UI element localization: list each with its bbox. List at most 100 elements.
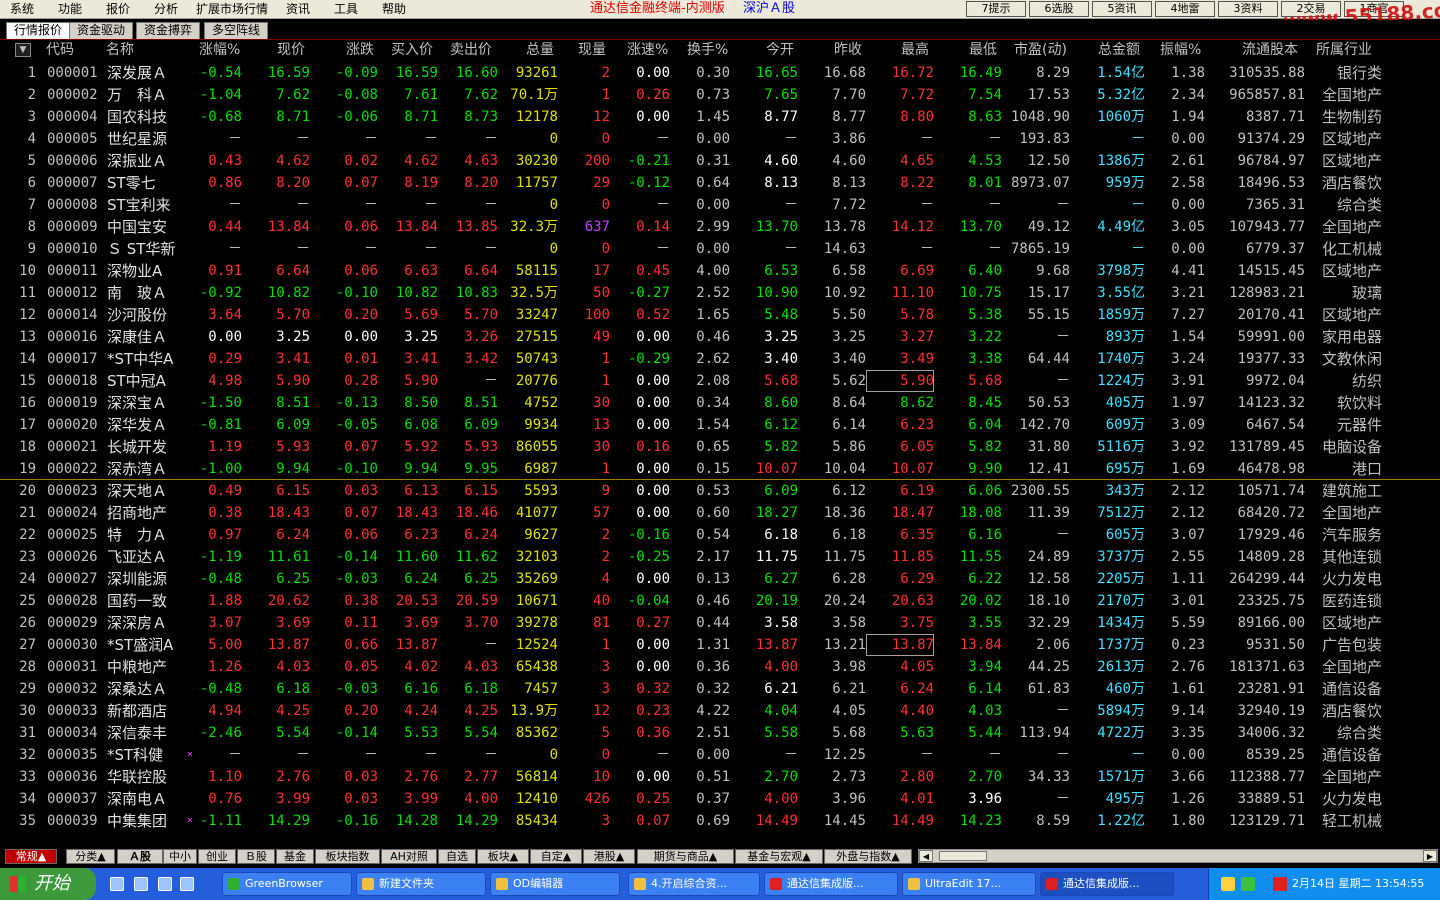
browser-icon[interactable] xyxy=(180,877,194,891)
bottom-tab[interactable]: 基金 xyxy=(276,849,314,864)
top-button[interactable]: 6选股 xyxy=(1029,1,1089,17)
ie-icon[interactable] xyxy=(158,877,172,891)
menu-item[interactable]: 帮助 xyxy=(382,2,406,16)
taskbar-task[interactable]: 通达信集成版... xyxy=(1040,872,1174,896)
column-header-cell[interactable]: 市盈(动) xyxy=(1014,40,1067,60)
taskbar-task[interactable]: GreenBrowser xyxy=(222,872,352,896)
bottom-tab[interactable]: 自选 xyxy=(438,849,476,864)
menu-item[interactable]: 扩展市场行情 xyxy=(196,2,268,16)
table-row[interactable]: 21 000024 招商地产 0.38 18.43 0.07 18.43 18.46 41077… xyxy=(0,502,1440,524)
table-row[interactable]: 5 000006 深振业Ａ 0.43 4.62 0.02 4.62 4.63 30230 200 -… xyxy=(0,150,1440,172)
table-row[interactable]: 10 000011 深物业A 0.91 6.64 0.06 6.63 6.64 58115 17 0… xyxy=(0,260,1440,282)
table-row[interactable]: 30 000033 新都酒店 4.94 4.25 0.20 4.24 4.25 13.9万 12 0… xyxy=(0,700,1440,722)
column-header-cell[interactable]: 涨跌 xyxy=(346,40,374,60)
column-header-cell[interactable]: 流通股本 xyxy=(1242,40,1298,60)
table-row[interactable]: 31 000034 深信泰丰 -2.46 5.54 -0.14 5.53 5.54 85362 5… xyxy=(0,722,1440,744)
top-button[interactable]: 3资料 xyxy=(1218,1,1278,17)
bottom-tab[interactable]: 分类▲ xyxy=(66,849,115,864)
table-row[interactable]: 16 000019 深深宝Ａ -1.50 8.51 -0.13 8.50 8.51 4752 30… xyxy=(0,392,1440,414)
top-tab[interactable]: 行情报价 xyxy=(6,22,70,39)
bottom-tab[interactable]: AH对照 xyxy=(381,849,437,864)
table-row[interactable]: 22 000025 特 力Ａ 0.97 6.24 0.06 6.23 6.24 9627 2 -0.… xyxy=(0,524,1440,546)
bottom-tab[interactable]: 自定▲ xyxy=(530,849,582,864)
table-row[interactable]: 25 000028 国药一致 1.88 20.62 0.38 20.53 20.59 10671… xyxy=(0,590,1440,612)
taskbar-task[interactable]: UltraEdit 17... xyxy=(902,872,1036,896)
column-header-cell[interactable]: 现价 xyxy=(277,40,305,60)
taskbar-task[interactable]: 4.开启综合资... xyxy=(628,872,760,896)
table-row[interactable]: 29 000032 深桑达Ａ -0.48 6.18 -0.03 6.16 6.18 7457 3 0… xyxy=(0,678,1440,700)
taskbar-task[interactable]: OD编辑器 xyxy=(490,872,620,896)
column-header-cell[interactable]: 买入价 xyxy=(391,40,433,60)
menu-item[interactable]: 系统 xyxy=(10,2,34,16)
table-row[interactable]: 2 000002 万 科Ａ -1.04 7.62 -0.08 7.61 7.62 70.1万 1 0… xyxy=(0,84,1440,106)
column-header-cell[interactable]: 所属行业 xyxy=(1316,40,1372,60)
bottom-tab[interactable]: 常规▲ xyxy=(5,849,57,864)
table-row[interactable]: 19 000022 深赤湾Ａ -1.00 9.94 -0.10 9.94 9.95 6987 1 0… xyxy=(0,458,1440,480)
taskbar-task[interactable]: 通达信集成版... xyxy=(764,872,898,896)
table-row[interactable]: 20 000023 深天地Ａ 0.49 6.15 0.03 6.13 6.15 5593 9 0.0… xyxy=(0,480,1440,502)
table-row[interactable]: 1 000001 深发展Ａ -0.54 16.59 -0.09 16.59 16.60 9326… xyxy=(0,62,1440,84)
table-row[interactable]: 17 000020 深华发Ａ -0.81 6.09 -0.05 6.08 6.09 9934 13… xyxy=(0,414,1440,436)
table-row[interactable]: 4 000005 世纪星源 － － － － － 0 0 － 0.00 － 3.86 － － 193.83 － 0.0… xyxy=(0,128,1440,150)
scroll-right-icon[interactable]: ▶ xyxy=(1423,850,1437,862)
table-row[interactable]: 27 000030 *ST盛润A 5.00 13.87 0.66 13.87 － 12524 1 0… xyxy=(0,634,1440,656)
column-header-cell[interactable]: 现量 xyxy=(578,40,606,60)
column-header-cell[interactable]: 涨速% xyxy=(627,40,668,60)
market-label[interactable]: 深沪Ａ股 xyxy=(743,1,795,17)
table-row[interactable]: 34 000037 深南电Ａ 0.76 3.99 0.03 3.99 4.00 12410 426… xyxy=(0,788,1440,810)
table-row[interactable]: 3 000004 国农科技 -0.68 8.71 -0.06 8.71 8.73 12178 12… xyxy=(0,106,1440,128)
table-row[interactable]: 7 000008 ST宝利来 － － － － － 0 0 － 0.00 － 7.72 － － － － 0.00 736… xyxy=(0,194,1440,216)
table-row[interactable]: 28 000031 中粮地产 1.26 4.03 0.05 4.02 4.03 65438 3 0.… xyxy=(0,656,1440,678)
table-row[interactable]: 18 000021 长城开发 1.19 5.93 0.07 5.92 5.93 86055 30 0… xyxy=(0,436,1440,458)
menu-item[interactable]: 工具 xyxy=(334,2,358,16)
menu-item[interactable]: 分析 xyxy=(154,2,178,16)
table-row[interactable]: 8 000009 中国宝安 0.44 13.84 0.06 13.84 13.85 32.3万 6… xyxy=(0,216,1440,238)
quicklaunch-icon[interactable] xyxy=(134,877,148,891)
column-header-cell[interactable]: 总金额 xyxy=(1098,40,1140,60)
column-header-cell[interactable]: 最低 xyxy=(969,40,997,60)
taskbar-task[interactable]: 新建文件夹 xyxy=(356,872,486,896)
table-row[interactable]: 6 000007 ST零七 0.86 8.20 0.07 8.19 8.20 11757 29 -0… xyxy=(0,172,1440,194)
bottom-tab[interactable]: 港股▲ xyxy=(583,849,635,864)
column-header-cell[interactable]: 昨收 xyxy=(834,40,862,60)
table-row[interactable]: 9 000010 Ｓ ST华新 － － － － － 0 0 － 0.00 － 14.63 － － 7865.19… xyxy=(0,238,1440,260)
bottom-tab[interactable]: 外盘与指数▲ xyxy=(824,849,912,864)
bottom-tab[interactable]: 板块▲ xyxy=(477,849,529,864)
table-row[interactable]: 23 000026 飞亚达Ａ -1.19 11.61 -0.14 11.60 11.62 321… xyxy=(0,546,1440,568)
bottom-tab[interactable]: 基金与宏观▲ xyxy=(735,849,823,864)
bottom-tab[interactable]: 创业 xyxy=(198,849,236,864)
bottom-tab[interactable]: Ａ股 xyxy=(117,849,163,864)
table-row[interactable]: 13 000016 深康佳Ａ 0.00 3.25 0.00 3.25 3.26 27515 49 0… xyxy=(0,326,1440,348)
bottom-tab[interactable]: 中小 xyxy=(163,849,197,864)
tray-k-icon[interactable] xyxy=(1273,877,1287,891)
menu-item[interactable]: 报价 xyxy=(106,2,130,16)
table-row[interactable]: 26 000029 深深房Ａ 3.07 3.69 0.11 3.69 3.70 39278 81 0… xyxy=(0,612,1440,634)
table-row[interactable]: 11 000012 南 玻Ａ -0.92 10.82 -0.10 10.82 10.83 32.… xyxy=(0,282,1440,304)
top-tab[interactable]: 资金搏弈 xyxy=(136,22,200,39)
tray-icon[interactable] xyxy=(1241,877,1255,891)
bottom-tab[interactable]: 板块指数 xyxy=(315,849,380,864)
table-row[interactable]: 33 000036 华联控股 1.10 2.76 0.03 2.76 2.77 56814 10 0… xyxy=(0,766,1440,788)
sort-dropdown-icon[interactable]: ▼ xyxy=(15,43,31,57)
top-button[interactable]: 4地雷 xyxy=(1155,1,1215,17)
top-tab[interactable]: 多空阵线 xyxy=(204,22,268,39)
bottom-tab[interactable]: 期货与商品▲ xyxy=(637,849,734,864)
top-button[interactable]: 5资讯 xyxy=(1092,1,1152,17)
quicklaunch-icon[interactable] xyxy=(110,877,124,891)
menu-item[interactable]: 资讯 xyxy=(286,2,310,16)
table-row[interactable]: 32 000035 *ST科健 × － － － － － 0 0 － 0.00 － 12.25 － － － － 0.00… xyxy=(0,744,1440,766)
menu-item[interactable]: 功能 xyxy=(58,2,82,16)
start-button[interactable]: 开始 xyxy=(0,868,96,900)
column-header-cell[interactable]: 今开 xyxy=(766,40,794,60)
table-row[interactable]: 35 000039 中集集团 × -1.11 14.29 -0.16 14.28 14.29 85… xyxy=(0,810,1440,832)
column-header-cell[interactable]: 代码 xyxy=(46,40,74,60)
table-row[interactable]: 15 000018 ST中冠A 4.98 5.90 0.28 5.90 － 20776 1 0.00… xyxy=(0,370,1440,392)
tray-icon[interactable] xyxy=(1221,877,1235,891)
scroll-thumb[interactable] xyxy=(939,851,987,861)
top-tab[interactable]: 资金驱动 xyxy=(69,22,133,39)
column-header-cell[interactable]: 换手% xyxy=(687,40,728,60)
table-row[interactable]: 14 000017 *ST中华A 0.29 3.41 0.01 3.41 3.42 50743 1… xyxy=(0,348,1440,370)
column-header-cell[interactable]: 卖出价 xyxy=(450,40,492,60)
table-row[interactable]: 12 000014 沙河股份 3.64 5.70 0.20 5.69 5.70 33247 100… xyxy=(0,304,1440,326)
horizontal-scrollbar[interactable]: ◀ ▶ xyxy=(918,849,1438,863)
